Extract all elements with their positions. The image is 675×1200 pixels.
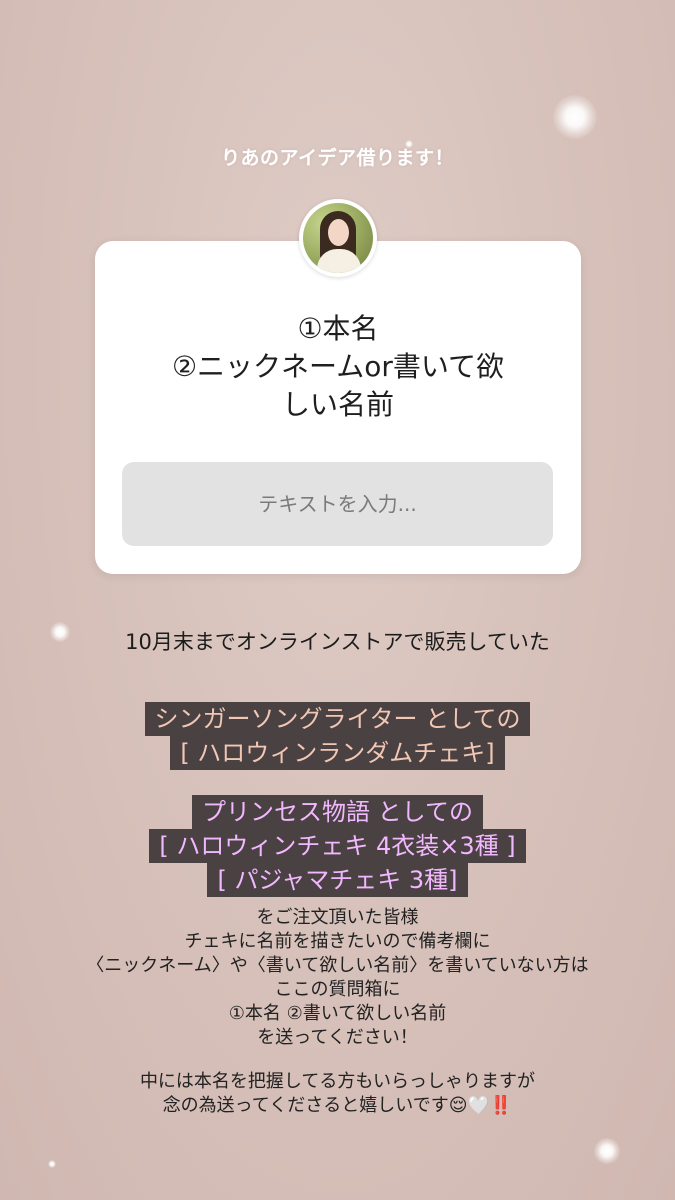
body-line: ①本名 ②書いて欲しい名前 <box>228 1003 447 1024</box>
question-line: ②ニックネームor書いて欲 <box>171 350 505 383</box>
sparkle-decoration <box>594 1138 620 1164</box>
answer-input[interactable]: テキストを入力... <box>122 462 553 546</box>
question-title: ①本名 ②ニックネームor書いて欲 しい名前 <box>95 310 581 424</box>
question-line: しい名前 <box>281 388 394 421</box>
body-line: 念の為送ってくださると嬉しいです😌🤍‼️ <box>162 1095 513 1116</box>
sparkle-decoration <box>553 95 597 139</box>
body-paragraphs: をご注文頂いた皆様 チェキに名前を描きたいので備考欄に 〈ニックネーム〉や〈書い… <box>0 906 675 1118</box>
body-line: 〈ニックネーム〉や〈書いて欲しい名前〉を書いていない方は <box>86 955 589 976</box>
body-line: を送ってください！ <box>257 1027 418 1048</box>
body-line: 中には本名を把握してる方もいらっしゃりますが <box>139 1071 536 1092</box>
intro-text: 10月末までオンラインストアで販売していた <box>125 630 550 654</box>
body-line: ここの質問箱に <box>274 979 401 1000</box>
avatar <box>299 199 377 277</box>
body-line: をご注文頂いた皆様 <box>256 907 419 928</box>
avatar-photo <box>303 203 373 273</box>
highlight-line: [ ハロウィンランダムチェキ] <box>170 736 505 770</box>
highlight-block-singer: シンガーソングライター としての [ ハロウィンランダムチェキ] <box>0 702 675 770</box>
sparkle-decoration <box>48 1160 56 1168</box>
story-caption: りあのアイデア借ります！ <box>220 147 455 169</box>
highlight-line: プリンセス物語 としての <box>192 795 483 829</box>
question-line: ①本名 <box>297 312 379 345</box>
highlight-line: [ パジャマチェキ 3種] <box>207 863 468 897</box>
body-line: チェキに名前を描きたいので備考欄に <box>184 931 491 952</box>
highlight-line: シンガーソングライター としての <box>144 702 531 736</box>
highlight-line: [ ハロウィンチェキ 4衣装×3種 ] <box>149 829 526 863</box>
highlight-block-princess: プリンセス物語 としての [ ハロウィンチェキ 4衣装×3種 ] [ パジャマチ… <box>0 795 675 897</box>
